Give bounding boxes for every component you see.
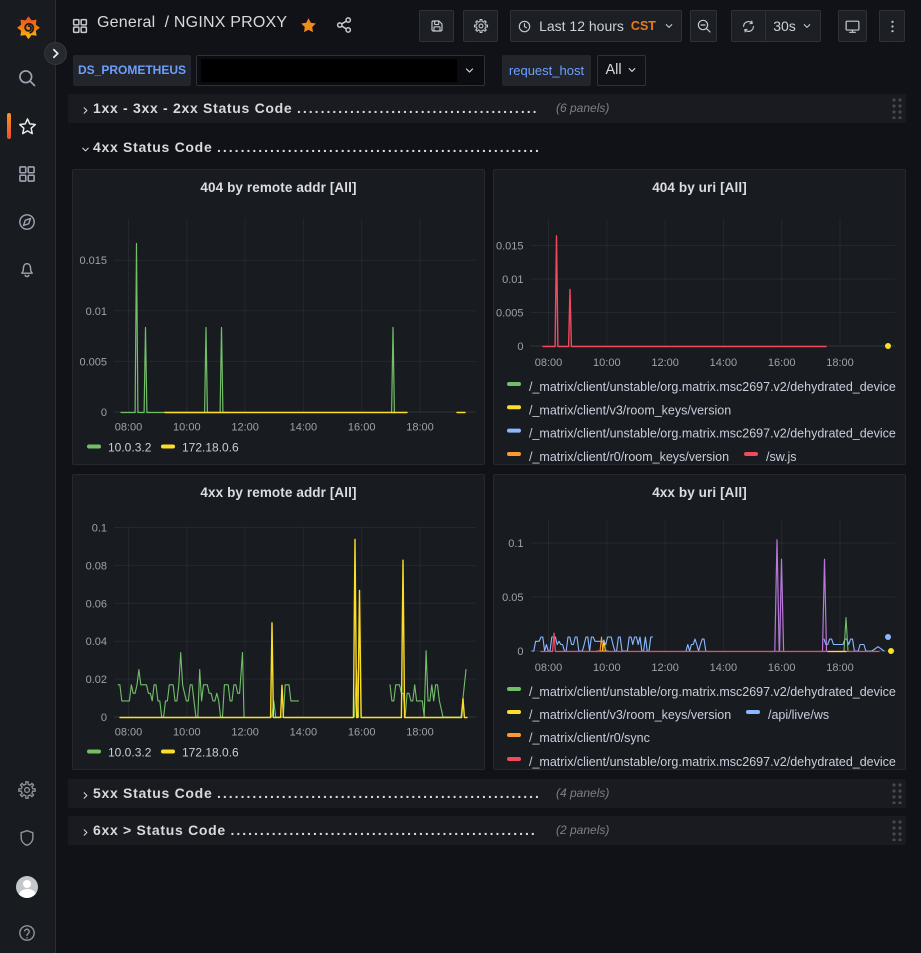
svg-text:/_matrix/client/unstable/org.m: /_matrix/client/unstable/org.matrix.msc2…	[529, 755, 896, 769]
svg-text:/_matrix/client/unstable/org.m: /_matrix/client/unstable/org.matrix.msc2…	[529, 685, 896, 699]
svg-text:10.0.3.2: 10.0.3.2	[108, 746, 152, 760]
svg-text:0: 0	[517, 646, 523, 658]
svg-text:0: 0	[101, 712, 107, 724]
svg-text:14:00: 14:00	[710, 357, 738, 369]
svg-text:12:00: 12:00	[231, 422, 259, 434]
svg-text:/_matrix/client/v3/room_keys/v: /_matrix/client/v3/room_keys/version	[529, 403, 731, 417]
svg-text:172.18.0.6: 172.18.0.6	[182, 746, 239, 760]
svg-text:/_matrix/client/r0/room_keys/v: /_matrix/client/r0/room_keys/version	[529, 450, 729, 464]
svg-text:172.18.0.6: 172.18.0.6	[182, 441, 239, 455]
svg-text:08:00: 08:00	[115, 422, 143, 434]
svg-text:18:00: 18:00	[406, 727, 434, 739]
svg-text:10:00: 10:00	[173, 727, 201, 739]
svg-text:0.015: 0.015	[496, 241, 524, 253]
svg-text:18:00: 18:00	[406, 422, 434, 434]
svg-text:10.0.3.2: 10.0.3.2	[108, 441, 152, 455]
svg-text:0.005: 0.005	[496, 308, 524, 320]
svg-text:/_matrix/client/r0/sync: /_matrix/client/r0/sync	[529, 731, 650, 745]
svg-text:08:00: 08:00	[535, 357, 563, 369]
svg-text:/sw.js: /sw.js	[766, 450, 797, 464]
svg-text:/_matrix/client/unstable/org.m: /_matrix/client/unstable/org.matrix.msc2…	[529, 380, 896, 394]
svg-text:14:00: 14:00	[710, 662, 738, 674]
svg-text:16:00: 16:00	[348, 422, 376, 434]
svg-text:12:00: 12:00	[651, 662, 679, 674]
svg-text:10:00: 10:00	[173, 422, 201, 434]
svg-text:/api/live/ws: /api/live/ws	[768, 708, 829, 722]
svg-text:08:00: 08:00	[535, 662, 563, 674]
svg-text:16:00: 16:00	[768, 357, 796, 369]
svg-text:16:00: 16:00	[348, 727, 376, 739]
svg-text:0: 0	[101, 407, 107, 419]
svg-text:0.06: 0.06	[86, 598, 107, 610]
svg-text:0.1: 0.1	[508, 538, 523, 550]
svg-text:14:00: 14:00	[290, 727, 318, 739]
svg-text:0.04: 0.04	[86, 636, 107, 648]
svg-text:0: 0	[517, 341, 523, 353]
svg-text:0.015: 0.015	[79, 255, 107, 267]
svg-text:12:00: 12:00	[231, 727, 259, 739]
svg-text:0.08: 0.08	[86, 560, 107, 572]
svg-text:16:00: 16:00	[768, 662, 796, 674]
svg-text:12:00: 12:00	[651, 357, 679, 369]
svg-text:0.01: 0.01	[86, 306, 107, 318]
svg-text:0.005: 0.005	[79, 356, 107, 368]
svg-text:0.01: 0.01	[502, 274, 523, 286]
svg-text:18:00: 18:00	[826, 357, 854, 369]
svg-text:/_matrix/client/v3/room_keys/v: /_matrix/client/v3/room_keys/version	[529, 708, 731, 722]
svg-text:0.1: 0.1	[92, 523, 107, 535]
svg-text:10:00: 10:00	[593, 662, 621, 674]
svg-text:0.05: 0.05	[502, 592, 523, 604]
svg-text:0.02: 0.02	[86, 674, 107, 686]
svg-text:10:00: 10:00	[593, 357, 621, 369]
svg-text:08:00: 08:00	[115, 727, 143, 739]
svg-text:18:00: 18:00	[826, 662, 854, 674]
svg-text:/_matrix/client/unstable/org.m: /_matrix/client/unstable/org.matrix.msc2…	[529, 427, 896, 441]
svg-text:14:00: 14:00	[290, 422, 318, 434]
